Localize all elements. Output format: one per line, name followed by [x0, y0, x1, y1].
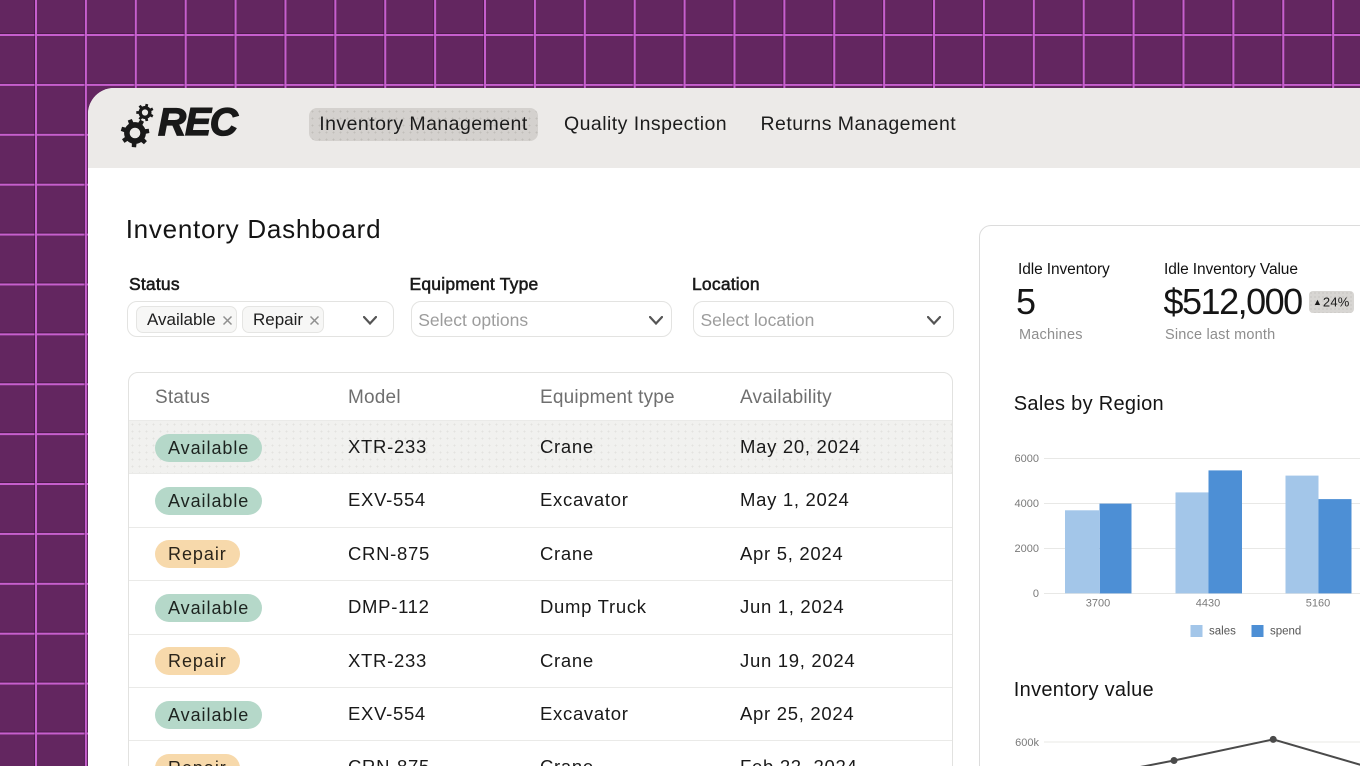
- svg-text:3700: 3700: [1086, 598, 1110, 610]
- svg-text:4000: 4000: [1015, 498, 1039, 510]
- svg-text:4430: 4430: [1196, 598, 1220, 610]
- svg-text:2000: 2000: [1015, 543, 1039, 555]
- svg-text:5160: 5160: [1306, 598, 1330, 610]
- svg-text:6000: 6000: [1015, 453, 1039, 465]
- svg-text:0: 0: [1033, 588, 1039, 600]
- svg-text:spend: spend: [1270, 626, 1301, 638]
- svg-text:sales: sales: [1209, 626, 1236, 638]
- svg-text:600k: 600k: [1015, 737, 1039, 749]
